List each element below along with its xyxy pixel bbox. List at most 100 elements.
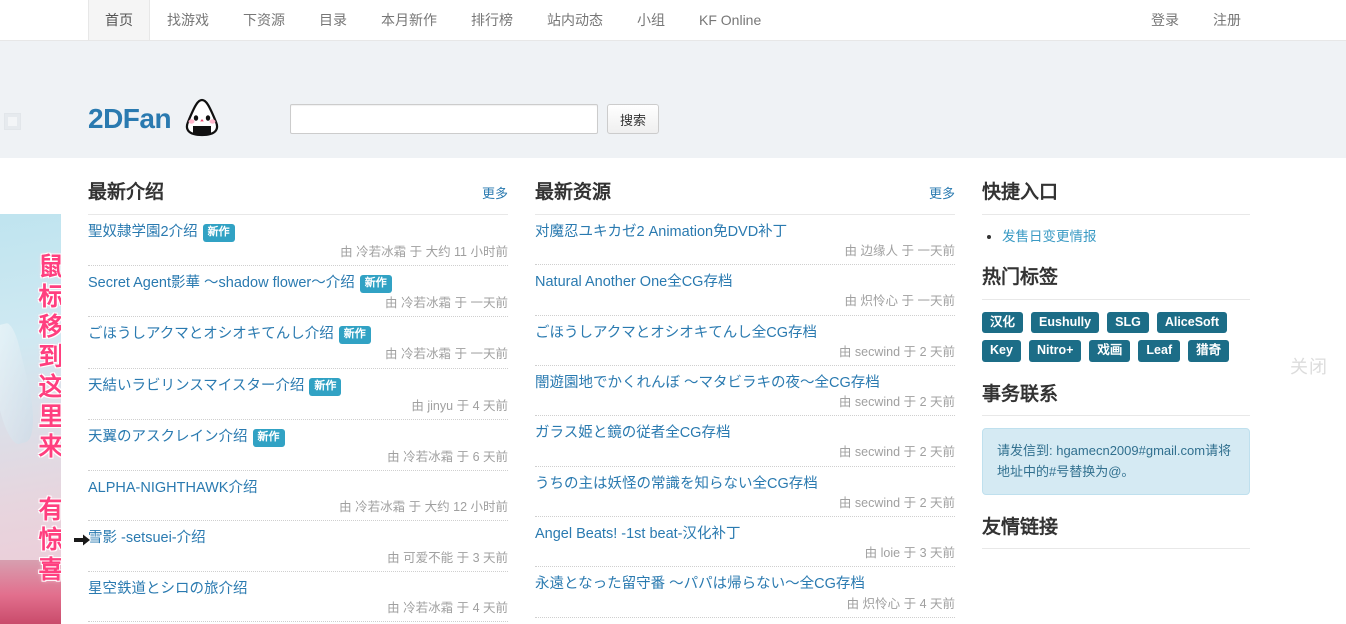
intro-list: 聖奴隷学園2介绍新作 由 冷若冰霜 于 大约 11 小时前 Secret Age…: [88, 215, 508, 624]
status-badge-new: 新作: [309, 377, 342, 396]
arrow-right-icon[interactable]: [72, 530, 92, 550]
author-name: secwind: [854, 395, 901, 410]
list-item: SPOTLIGHT～羨望と欲望の狭間～全CG存档: [535, 618, 955, 624]
at-label: 于: [903, 596, 917, 611]
author-name: 冷若冰霜: [356, 244, 407, 259]
by-label: 由: [844, 294, 857, 309]
timestamp: 4 天前: [919, 596, 955, 611]
resource-title-link[interactable]: 对魔忍ユキカゼ2 Animation免DVD补丁: [535, 224, 787, 240]
intro-meta: 由 冷若冰霜 于 6 天前: [88, 449, 508, 465]
ad-close-label[interactable]: 关闭: [1290, 353, 1328, 379]
timestamp: 2 天前: [919, 445, 955, 460]
list-item: 天結いラビリンスマイスター介绍 新作 由 jinyu 于 4 天前: [88, 369, 508, 420]
intro-title-link[interactable]: 星空鉄道とシロの旅介绍: [88, 581, 248, 597]
broken-image-placeholder-icon: [4, 113, 21, 130]
intro-title-link[interactable]: 雪影 -setsuei-介绍: [88, 530, 206, 546]
site-header-band: 2DFan 搜索: [0, 41, 1346, 158]
nav-right-group: 登录 注册: [1134, 0, 1258, 40]
sidebar-block-friend-links: 友情链接: [982, 517, 1250, 550]
list-item: 雪影 -setsuei-介绍 由 可爱不能 于 3 天前: [88, 521, 508, 572]
intro-title-link[interactable]: ALPHA-NIGHTHAWK介绍: [88, 480, 257, 496]
intro-title-link[interactable]: 聖奴隷学園2介绍: [88, 224, 198, 240]
tag-slg[interactable]: SLG: [1107, 311, 1149, 334]
by-label: 由: [387, 600, 400, 615]
section-title: 最新资源: [535, 182, 612, 203]
tag-eushully[interactable]: Eushully: [1031, 311, 1100, 334]
nav-item-site-news[interactable]: 站内动态: [530, 0, 620, 40]
by-label: 由: [838, 395, 852, 410]
section-header-latest-resources: 最新资源 更多: [535, 182, 955, 215]
at-label: 于: [901, 294, 914, 309]
resource-title-link[interactable]: 永遠となった留守番 ～パパは帰らない～全CG存档: [535, 576, 865, 592]
intro-title-link[interactable]: ごほうしアクマとオシオキてんし介绍: [88, 326, 334, 342]
intro-title-link[interactable]: 天結いラビリンスマイスター介绍: [88, 378, 304, 394]
brand-name: 2DFan: [88, 103, 172, 134]
intro-title-link[interactable]: Secret Agent影華 ～shadow flower～介绍: [88, 275, 355, 291]
timestamp: 2 天前: [919, 344, 955, 359]
nav-item-rankings[interactable]: 排行榜: [454, 0, 530, 40]
sidebar: 快捷入口 发售日变更情报 热门标签 汉化 Eushully SLG AliceS…: [982, 182, 1250, 624]
intro-meta: 由 冷若冰霜 于 大约 11 小时前: [88, 244, 508, 260]
nav-item-downloads[interactable]: 下资源: [226, 0, 302, 40]
nav-item-login[interactable]: 登录: [1134, 0, 1196, 40]
by-label: 由: [838, 344, 852, 359]
resource-meta: 由 loie 于 3 天前: [535, 545, 955, 561]
nav-item-new-this-month[interactable]: 本月新作: [364, 0, 454, 40]
tag-alicesoft[interactable]: AliceSoft: [1156, 311, 1227, 334]
resource-title-link[interactable]: Natural Another One全CG存档: [535, 274, 732, 290]
author-name: secwind: [854, 495, 901, 510]
resource-meta: 由 炽怜心 于 4 天前: [535, 596, 955, 612]
nav-item-find-games[interactable]: 找游戏: [150, 0, 226, 40]
search-button[interactable]: 搜索: [607, 104, 660, 134]
intro-title-link[interactable]: 天翼のアスクレイン介绍: [88, 429, 248, 445]
more-link-intros[interactable]: 更多: [482, 183, 508, 202]
resource-title-link[interactable]: ガラス姫と鏡の従者全CG存档: [535, 425, 730, 441]
column-latest-intros: 最新介绍 更多 聖奴隷学園2介绍新作 由 冷若冰霜 于 大约 11 小时前 Se…: [88, 182, 508, 624]
sidebar-block-contact: 事务联系 请发信到: hgamecn2009#gmail.com请将地址中的#号…: [982, 384, 1250, 495]
by-label: 由: [387, 449, 400, 464]
search-input[interactable]: [290, 104, 598, 134]
by-label: 由: [411, 398, 424, 413]
author-name: 冷若冰霜: [355, 500, 406, 515]
timestamp: 一天前: [470, 347, 508, 362]
nav-item-groups[interactable]: 小组: [620, 0, 682, 40]
section-title: 最新介绍: [88, 182, 165, 203]
timestamp: 4 天前: [472, 600, 508, 615]
list-item: 星空鉄道とシロの旅介绍 由 冷若冰霜 于 4 天前: [88, 572, 508, 623]
resource-title-link[interactable]: うちの主は妖怪の常識を知らない全CG存档: [535, 476, 818, 492]
tag-nitroplus[interactable]: Nitro+: [1028, 340, 1082, 362]
tag-lieqi[interactable]: 猎奇: [1188, 340, 1230, 362]
floating-ad-banner-left[interactable]: 鼠标移到这里来 有惊喜: [0, 214, 61, 624]
site-brand[interactable]: 2DFan: [88, 98, 224, 140]
quick-entry-link-release-date-changes[interactable]: 发售日变更情报: [1002, 229, 1097, 244]
resource-title-link[interactable]: Angel Beats! -1st beat-汉化补丁: [535, 526, 741, 542]
nav-item-home[interactable]: 首页: [88, 0, 150, 40]
list-item: ごほうしアクマとオシオキてんし全CG存档 由 secwind 于 2 天前: [535, 316, 955, 366]
tag-key[interactable]: Key: [982, 340, 1021, 362]
onigiri-mascot-icon: [180, 98, 224, 140]
sidebar-block-hot-tags: 热门标签 汉化 Eushully SLG AliceSoft Key Nitro…: [982, 267, 1250, 362]
by-label: 由: [387, 550, 400, 565]
tag-xihua[interactable]: 戏画: [1089, 340, 1131, 362]
tag-hanhua[interactable]: 汉化: [982, 311, 1024, 334]
at-label: 于: [903, 395, 917, 410]
section-title: 友情链接: [982, 516, 1059, 538]
tag-leaf[interactable]: Leaf: [1138, 340, 1181, 362]
status-badge-new: 新作: [359, 275, 392, 294]
nav-item-register[interactable]: 注册: [1196, 0, 1258, 40]
more-link-resources[interactable]: 更多: [929, 183, 955, 202]
contact-info-box: 请发信到: hgamecn2009#gmail.com请将地址中的#号替换为@。: [982, 428, 1250, 495]
author-name: 炽怜心: [862, 596, 901, 611]
list-item: ALPHA-NIGHTHAWK介绍 由 冷若冰霜 于 大约 12 小时前: [88, 471, 508, 522]
resource-title-link[interactable]: 闇遊園地でかくれんぼ ～マタビラキの夜～全CG存档: [535, 375, 880, 391]
intro-meta: 由 冷若冰霜 于 大约 12 小时前: [88, 499, 508, 515]
at-label: 于: [456, 449, 470, 464]
resource-title-link[interactable]: ごほうしアクマとオシオキてんし全CG存档: [535, 325, 817, 341]
list-item: ガラス姫と鏡の従者全CG存档 由 secwind 于 2 天前: [535, 416, 955, 467]
at-label: 于: [454, 296, 467, 311]
at-label: 于: [903, 495, 917, 510]
nav-item-kf-online[interactable]: KF Online: [682, 0, 778, 40]
author-name: 炽怜心: [860, 294, 898, 309]
intro-meta: 由 可爱不能 于 3 天前: [88, 550, 508, 566]
nav-item-catalog[interactable]: 目录: [302, 0, 364, 40]
